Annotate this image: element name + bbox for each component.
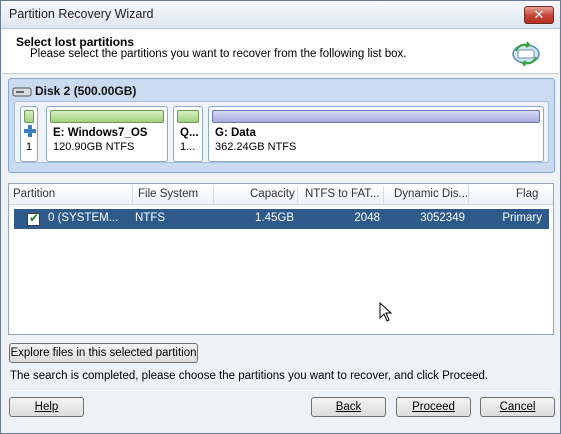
mouse-cursor-icon [379, 302, 393, 322]
step-subtitle: Please select the partitions you want to… [30, 48, 407, 60]
recovery-icon [512, 41, 540, 67]
cell-partition: 0 (SYSTEM... [48, 212, 119, 224]
column-divider[interactable] [468, 186, 469, 203]
partition-block[interactable]: Q... 1... [173, 106, 203, 162]
partition-strip: 1 E: Windows7_OS 120.90GB NTFS Q... 1...… [14, 101, 549, 163]
partition-block[interactable]: G: Data 362.24GB NTFS [208, 106, 544, 162]
explore-files-button[interactable]: Explore files in this selected partition [9, 343, 198, 363]
proceed-button[interactable]: Proceed [396, 397, 471, 417]
row-checkbox[interactable] [27, 211, 40, 226]
disk-icon [12, 87, 32, 97]
status-message: The search is completed, please choose t… [10, 370, 489, 382]
partition-usage-bar [24, 110, 34, 123]
partition-name: G: Data [215, 127, 256, 139]
column-divider[interactable] [213, 186, 214, 203]
partition-size: 1 [26, 141, 33, 153]
cell-file-system: NTFS [135, 212, 166, 224]
column-header-partition[interactable]: Partition [13, 188, 55, 200]
back-button[interactable]: Back [311, 397, 386, 417]
back-label: Back [335, 401, 362, 413]
partition-name: E: Windows7_OS [53, 127, 148, 139]
column-header-capacity[interactable]: Capacity [250, 188, 295, 200]
list-header: Partition File System Capacity NTFS to F… [9, 184, 553, 205]
cell-ntfs-to-fat: 2048 [354, 212, 380, 224]
title-bar[interactable]: Partition Recovery Wizard ✕ [1, 1, 560, 29]
footer-divider [8, 390, 554, 391]
partition-name: Q... [180, 127, 199, 139]
partition-usage-bar [212, 110, 540, 123]
column-header-dynamic-disk[interactable]: Dynamic Dis... [394, 188, 468, 200]
column-divider[interactable] [297, 186, 298, 203]
cancel-button[interactable]: Cancel [480, 397, 555, 417]
plus-icon [24, 125, 36, 137]
table-row[interactable]: 0 (SYSTEM... NTFS 1.45GB 2048 3052349 Pr… [14, 209, 549, 229]
window-title: Partition Recovery Wizard [9, 7, 154, 21]
cell-flag: Primary [502, 212, 542, 224]
step-title: Select lost partitions [16, 35, 135, 49]
partition-usage-bar [50, 110, 164, 123]
column-divider[interactable] [132, 186, 133, 203]
partition-size: 362.24GB NTFS [215, 141, 297, 153]
help-button[interactable]: Help [9, 397, 84, 417]
close-icon: ✕ [533, 7, 545, 22]
column-header-flag[interactable]: Flag [516, 188, 538, 200]
partition-size: 1... [180, 141, 196, 153]
partition-list[interactable]: Partition File System Capacity NTFS to F… [8, 183, 554, 335]
cell-capacity: 1.45GB [255, 212, 294, 224]
proceed-label: Proceed [412, 401, 455, 413]
partition-block[interactable]: 1 [20, 106, 38, 162]
cell-dynamic-disk: 3052349 [420, 212, 465, 224]
disk-map-panel: Disk 2 (500.00GB) 1 E: Windows7_OS 120.9… [8, 78, 555, 173]
partition-block[interactable]: E: Windows7_OS 120.90GB NTFS [46, 106, 168, 162]
column-header-ntfs-to-fat[interactable]: NTFS to FAT... [305, 188, 380, 200]
wizard-window: Partition Recovery Wizard ✕ Select lost … [0, 0, 561, 434]
partition-size: 120.90GB NTFS [53, 141, 135, 153]
disk-label: Disk 2 (500.00GB) [35, 84, 137, 98]
cancel-label: Cancel [499, 401, 536, 413]
partition-usage-bar [177, 110, 199, 123]
wizard-header: Select lost partitions Please select the… [2, 29, 559, 74]
help-label: Help [34, 401, 59, 413]
column-header-file-system[interactable]: File System [138, 188, 198, 200]
close-button[interactable]: ✕ [524, 6, 554, 24]
column-divider[interactable] [383, 186, 384, 203]
